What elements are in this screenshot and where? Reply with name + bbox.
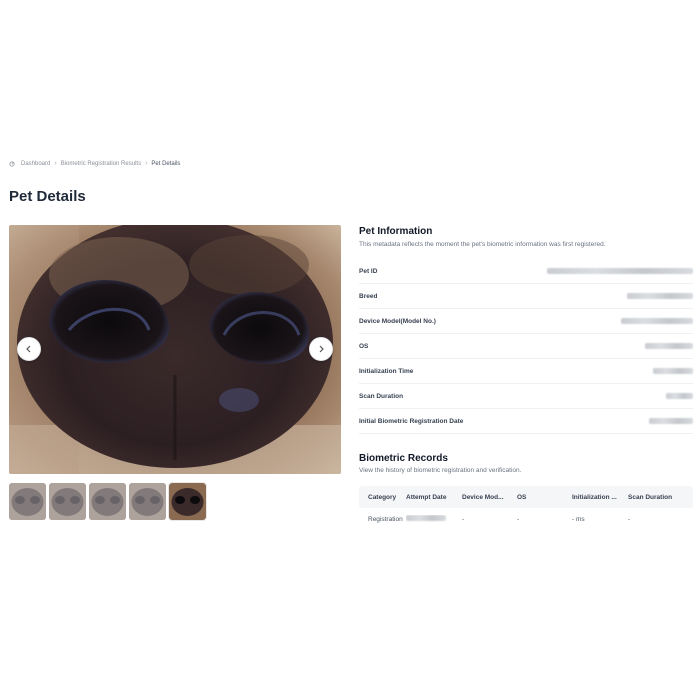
info-value-redacted <box>645 343 693 349</box>
table-row[interactable]: Registration - - - ms - <box>359 508 693 530</box>
info-row-registration-date: Initial Biometric Registration Date <box>359 409 693 434</box>
info-value-redacted <box>653 368 693 374</box>
info-value-redacted <box>649 418 693 424</box>
info-label: Initialization Time <box>359 367 414 375</box>
column-header-os[interactable]: OS <box>517 494 572 501</box>
cell-initialization: - ms <box>572 515 585 523</box>
breadcrumb-current: Pet Details <box>151 160 181 167</box>
next-image-button[interactable] <box>309 337 333 361</box>
cell-attempt-date <box>406 515 462 523</box>
info-value-redacted <box>666 393 693 399</box>
biometric-records-table: Category Attempt Date Device Mod... OS I… <box>359 486 693 530</box>
cell-category: Registration <box>368 515 403 523</box>
info-value-redacted <box>627 293 693 299</box>
thumbnail-2[interactable] <box>49 483 86 520</box>
thumbnail-strip <box>9 482 207 521</box>
thumbnail-4[interactable] <box>129 483 166 520</box>
thumbnail-3[interactable] <box>89 483 126 520</box>
page-title: Pet Details <box>9 188 86 205</box>
cell-device-model: - <box>462 515 465 523</box>
breadcrumb-dashboard[interactable]: Dashboard <box>21 161 50 167</box>
breadcrumb-separator: › <box>145 160 148 167</box>
column-header-scan-duration[interactable]: Scan Duration <box>628 494 693 501</box>
thumbnail-1[interactable] <box>9 483 46 520</box>
chevron-left-icon <box>26 345 31 353</box>
main-image <box>9 225 341 474</box>
info-label: Device Model(Model No.) <box>359 317 436 325</box>
info-value-redacted <box>621 318 693 324</box>
chevron-right-icon <box>319 345 324 353</box>
info-label: Scan Duration <box>359 392 404 400</box>
info-label: Initial Biometric Registration Date <box>359 417 464 425</box>
column-header-device-model[interactable]: Device Mod... <box>462 494 517 501</box>
pet-information-description: This metadata reflects the moment the pe… <box>359 241 606 248</box>
cell-scan-duration: - <box>628 515 631 523</box>
biometric-records-description: View the history of biometric registrati… <box>359 467 522 474</box>
info-row-os: OS <box>359 334 693 359</box>
pet-information-title: Pet Information <box>359 226 433 237</box>
cell-os: - <box>517 515 520 523</box>
info-row-scan-duration: Scan Duration <box>359 384 693 409</box>
breadcrumb-registration-results[interactable]: Biometric Registration Results <box>61 161 141 167</box>
info-label: Pet ID <box>359 267 378 275</box>
column-header-attempt-date[interactable]: Attempt Date <box>406 494 462 501</box>
breadcrumb-separator: › <box>54 160 57 167</box>
info-label: Breed <box>359 292 378 300</box>
info-row-device-model: Device Model(Model No.) <box>359 309 693 334</box>
breadcrumb: Dashboard › Biometric Registration Resul… <box>9 160 180 167</box>
column-header-category[interactable]: Category <box>359 494 406 501</box>
info-row-initialization-time: Initialization Time <box>359 359 693 384</box>
info-row-pet-id: Pet ID <box>359 259 693 284</box>
info-row-breed: Breed <box>359 284 693 309</box>
dashboard-icon <box>9 160 15 167</box>
previous-image-button[interactable] <box>17 337 41 361</box>
thumbnail-5-active[interactable] <box>168 482 207 521</box>
info-value-redacted <box>547 268 693 274</box>
table-header: Category Attempt Date Device Mod... OS I… <box>359 486 693 508</box>
column-header-initialization[interactable]: Initialization ... <box>572 494 628 501</box>
info-label: OS <box>359 342 369 350</box>
biometric-records-title: Biometric Records <box>359 453 448 464</box>
